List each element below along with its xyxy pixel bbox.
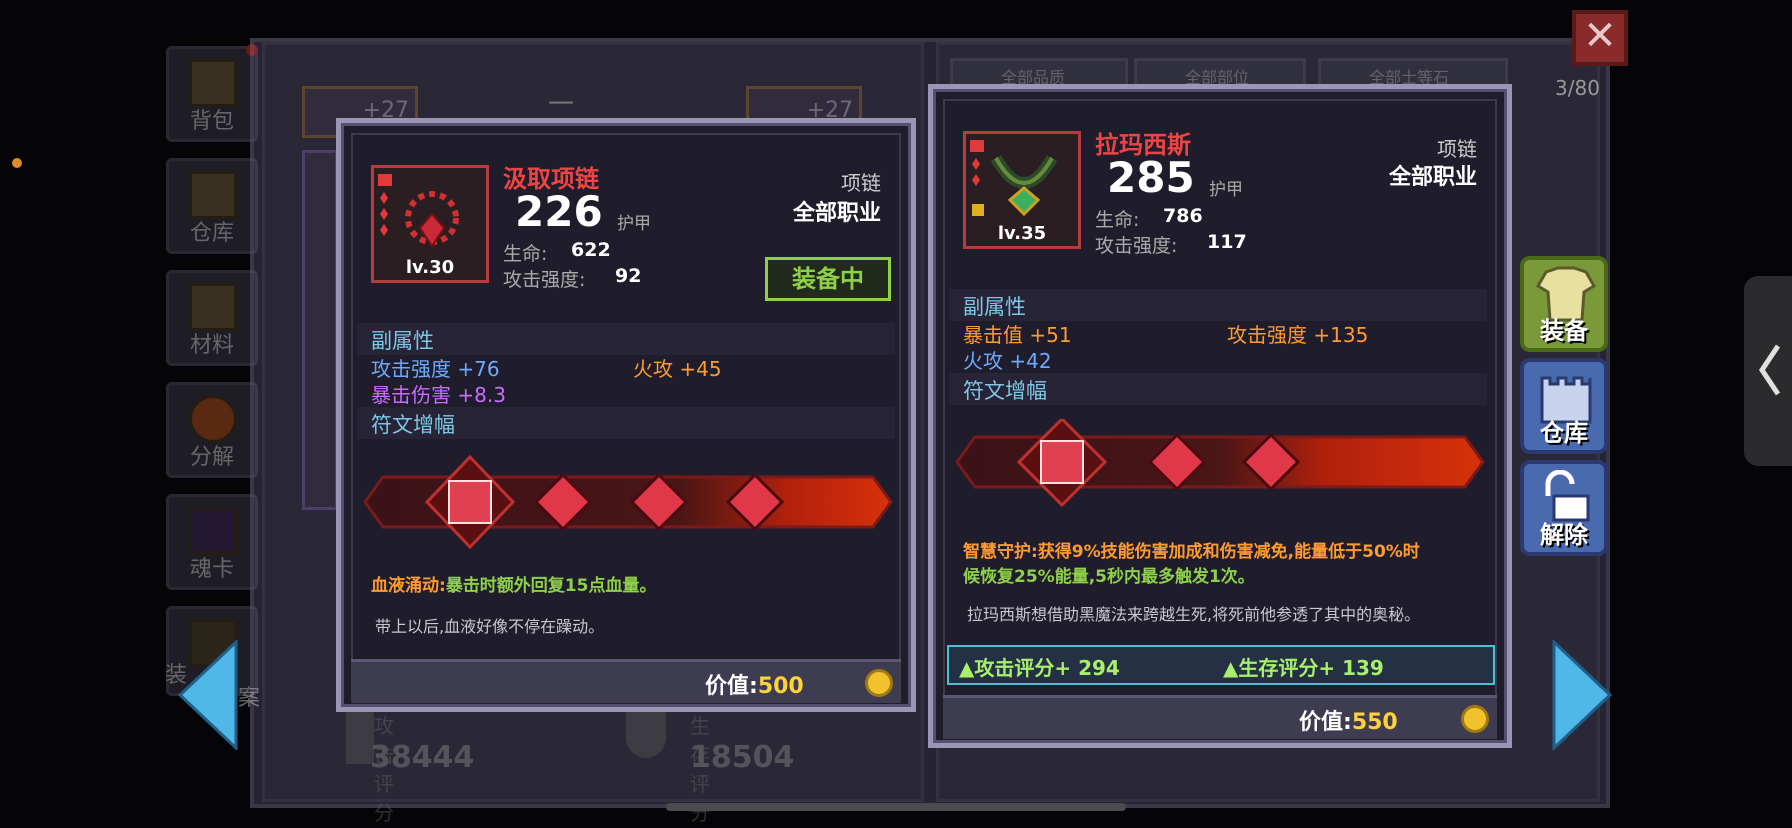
section-band: [949, 289, 1487, 321]
chest-icon: [189, 59, 237, 107]
tab-materials[interactable]: 材料: [166, 270, 258, 366]
sub-attr: 攻击强度 +76: [371, 357, 500, 381]
shield-icon: [626, 708, 666, 758]
coin-icon: [1461, 705, 1489, 733]
effect-text: 候恢复25%能量,5秒内最多触发1次。: [963, 567, 1255, 587]
tab-backpack[interactable]: 背包: [166, 46, 258, 142]
close-button[interactable]: ✕: [1572, 10, 1628, 66]
flavor-text: 带上以后,血液好像不停在躁动。: [375, 617, 605, 636]
sub-attr-title: 副属性: [371, 329, 434, 353]
sub-attr-title: 副属性: [963, 295, 1026, 319]
close-icon: ✕: [1583, 13, 1617, 59]
sub-attr: 暴击值 +51: [963, 323, 1072, 347]
pumpkin-icon: [189, 395, 237, 443]
section-band: [357, 323, 895, 355]
power-label: 护甲: [617, 214, 651, 234]
power-label: 护甲: [1209, 180, 1243, 200]
price-bar: [351, 659, 901, 703]
item-icon: lv.30: [371, 165, 489, 283]
effect-text: 暴击时额外回复15点血量。: [445, 576, 657, 596]
rune-title: 符文增幅: [371, 413, 455, 437]
item-price: 价值:500: [705, 674, 804, 699]
stat-hp-value: 622: [571, 239, 611, 261]
storage-button[interactable]: 仓库: [1520, 358, 1608, 454]
equipped-badge: 装备中: [765, 257, 891, 301]
coin-icon: [865, 669, 893, 697]
effect-text: 智慧守护:获得9%技能伤害加成和伤害减免,能量低于50%时: [963, 542, 1420, 562]
stat-atk-label: 攻击强度:: [503, 269, 586, 291]
status-dot: [12, 158, 22, 168]
effect-name: 血液涌动:: [371, 576, 446, 596]
chevron-left-icon: [1758, 344, 1781, 396]
equip-button[interactable]: 装备: [1520, 256, 1608, 352]
stat-atk-value: 92: [615, 265, 642, 287]
attack-score-diff: ▲攻击评分+ 294: [959, 656, 1120, 680]
flavor-text: 拉玛西斯想借助黑魔法来跨越生死,将死前他参透了其中的奥秘。: [967, 605, 1421, 624]
sub-attr: 火攻 +42: [963, 349, 1052, 373]
stat-atk-label: 攻击强度:: [1095, 235, 1178, 257]
survival-score-value: 18504: [690, 740, 795, 775]
rune-bar: [363, 454, 893, 549]
tab-soul-card[interactable]: 魂卡: [166, 494, 258, 590]
equipped-slot-column: [302, 150, 338, 510]
tab-storage[interactable]: 仓库: [166, 158, 258, 254]
storage-icon: [189, 171, 237, 219]
inventory-count: 3/80: [1555, 76, 1600, 100]
necklace-icon: [378, 174, 459, 248]
stat-hp-label: 生命:: [503, 243, 548, 265]
sub-attr: 攻击强度 +135: [1227, 323, 1369, 347]
item-power: 285: [1107, 153, 1195, 202]
item-card-equipped: lv.30 汲取项链 226 护甲 生命: 622 攻击强度: 92 项链 全部…: [336, 118, 916, 712]
prev-arrow-icon[interactable]: [178, 640, 238, 750]
side-drawer-handle[interactable]: [1744, 276, 1792, 466]
price-bar: [943, 695, 1497, 739]
item-slot: 项链: [1437, 137, 1477, 161]
unequip-button[interactable]: 解除: [1520, 460, 1608, 556]
item-price: 价值:550: [1299, 710, 1398, 735]
next-arrow-icon[interactable]: [1552, 640, 1612, 750]
set-effect: 智慧守护:获得9%技能伤害加成和伤害减免,能量低于50%时 候恢复25%能量,5…: [963, 537, 1483, 587]
necklace-icon: [970, 140, 1058, 217]
set-effect: 血液涌动:暴击时额外回复15点血量。: [371, 571, 656, 596]
item-icon: lv.35: [963, 131, 1081, 249]
notification-dot: [246, 44, 258, 56]
stat-atk-value: 117: [1207, 231, 1247, 253]
stat-hp-label: 生命:: [1095, 209, 1140, 231]
survival-score-diff: ▲生存评分+ 139: [1223, 656, 1384, 680]
stat-hp-value: 786: [1163, 205, 1203, 227]
sub-attr: 火攻 +45: [633, 357, 722, 381]
sub-attr: 暴击伤害 +8.3: [371, 383, 506, 407]
item-slot: 项链: [841, 171, 881, 195]
home-indicator: [666, 803, 1126, 811]
item-class: 全部职业: [792, 201, 881, 226]
item-card-compare: lv.35 拉玛西斯 285 护甲 生命: 786 攻击强度: 117 项链 全…: [928, 84, 1512, 748]
card-icon: [189, 507, 237, 555]
attack-score-value: 38444: [370, 740, 475, 775]
rune-title: 符文增幅: [963, 379, 1047, 403]
tab-dismantle[interactable]: 分解: [166, 382, 258, 478]
rune-bar: [955, 419, 1485, 508]
item-power: 226: [515, 187, 603, 236]
tab-outfit-suffix: 案: [238, 686, 261, 711]
item-class: 全部职业: [1388, 165, 1477, 190]
materials-icon: [189, 283, 237, 331]
